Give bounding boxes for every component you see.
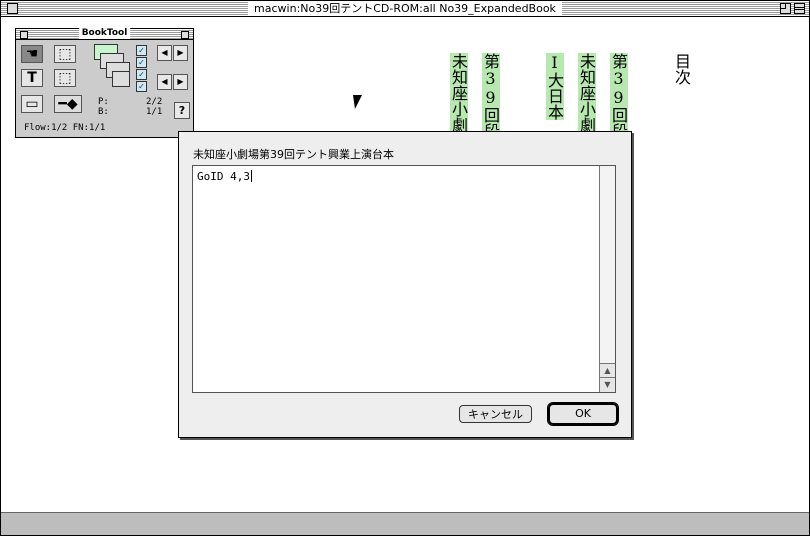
marquee-tool[interactable]: ⬚ <box>54 45 76 63</box>
text-column-toc[interactable]: 目次 <box>672 53 691 85</box>
select-frame-tool[interactable]: ⬚ <box>54 69 76 87</box>
scroll-down-icon[interactable]: ▼ <box>600 377 615 392</box>
hand-icon: ☚ <box>25 46 39 62</box>
arrow-left-icon[interactable]: ◀ <box>157 74 172 90</box>
text-column[interactable]: Ⅰ大日本 <box>545 53 564 120</box>
arrow-right-icon[interactable]: ▶ <box>173 74 188 90</box>
arrow-left-icon[interactable]: ◀ <box>157 45 172 61</box>
check-icon[interactable]: ✓ <box>136 69 147 80</box>
text-caret <box>250 170 252 182</box>
page-value: 2/2 <box>146 97 163 107</box>
flow-status: Flow:1/2 FN:1/1 <box>24 123 106 133</box>
vertical-scrollbar[interactable]: ▲ ▼ <box>599 166 615 392</box>
close-icon[interactable] <box>20 31 28 39</box>
page-label: P: <box>98 97 109 107</box>
bottom-bar <box>1 512 809 535</box>
palette-title: BookTool <box>78 27 131 39</box>
layer-swatch[interactable] <box>112 71 130 87</box>
booktool-palette: BookTool ☚ ⬚ T ⬚ ▭ ━◆ ✓ ✓ ✓ ✓ ◀ ▶ ◀ ▶ P:… <box>15 27 194 138</box>
zoom-icon[interactable] <box>181 31 189 39</box>
title-bar[interactable]: macwin:No39回テントCD-ROM:all No39_ExpandedB… <box>1 1 809 17</box>
check-icon[interactable]: ✓ <box>136 57 147 68</box>
palette-title-bar[interactable]: BookTool <box>16 27 193 40</box>
input-dialog: 未知座小劇場第39回テント興業上演台本 GoID 4,3 ▲ ▼ キャンセル O… <box>178 131 632 438</box>
pointer-cursor-icon <box>353 95 364 109</box>
hand-tool[interactable]: ☚ <box>21 45 43 63</box>
text-column[interactable]: 未知座小劇 <box>449 53 468 133</box>
close-icon[interactable] <box>7 3 18 14</box>
marquee-icon: ⬚ <box>58 70 72 86</box>
scroll-up-icon[interactable]: ▲ <box>600 363 615 378</box>
ok-button[interactable]: OK <box>547 402 619 426</box>
link-icon: ━◆ <box>58 96 78 112</box>
marquee-icon: ⬚ <box>58 46 72 62</box>
block-label: B: <box>98 107 109 117</box>
dialog-label: 未知座小劇場第39回テント興業上演台本 <box>193 148 394 161</box>
window-title: macwin:No39回テントCD-ROM:all No39_ExpandedB… <box>248 1 562 16</box>
collapse-icon[interactable] <box>794 3 805 14</box>
cancel-button[interactable]: キャンセル <box>459 405 532 423</box>
zoom-icon[interactable] <box>780 3 791 14</box>
text-entry-field[interactable]: GoID 4,3 ▲ ▼ <box>192 165 616 393</box>
frame-icon: ▭ <box>25 96 39 112</box>
frame-tool[interactable]: ▭ <box>21 95 43 113</box>
text-column[interactable]: 未知座小劇 <box>577 53 596 133</box>
block-value: 1/1 <box>146 107 163 117</box>
check-icon[interactable]: ✓ <box>136 81 147 92</box>
check-icon[interactable]: ✓ <box>136 45 147 56</box>
arrow-right-icon[interactable]: ▶ <box>173 45 188 61</box>
text-tool[interactable]: T <box>21 69 43 87</box>
link-tool[interactable]: ━◆ <box>54 95 82 113</box>
text-entry-value: GoID 4,3 <box>197 170 250 183</box>
help-button[interactable]: ? <box>174 102 190 119</box>
